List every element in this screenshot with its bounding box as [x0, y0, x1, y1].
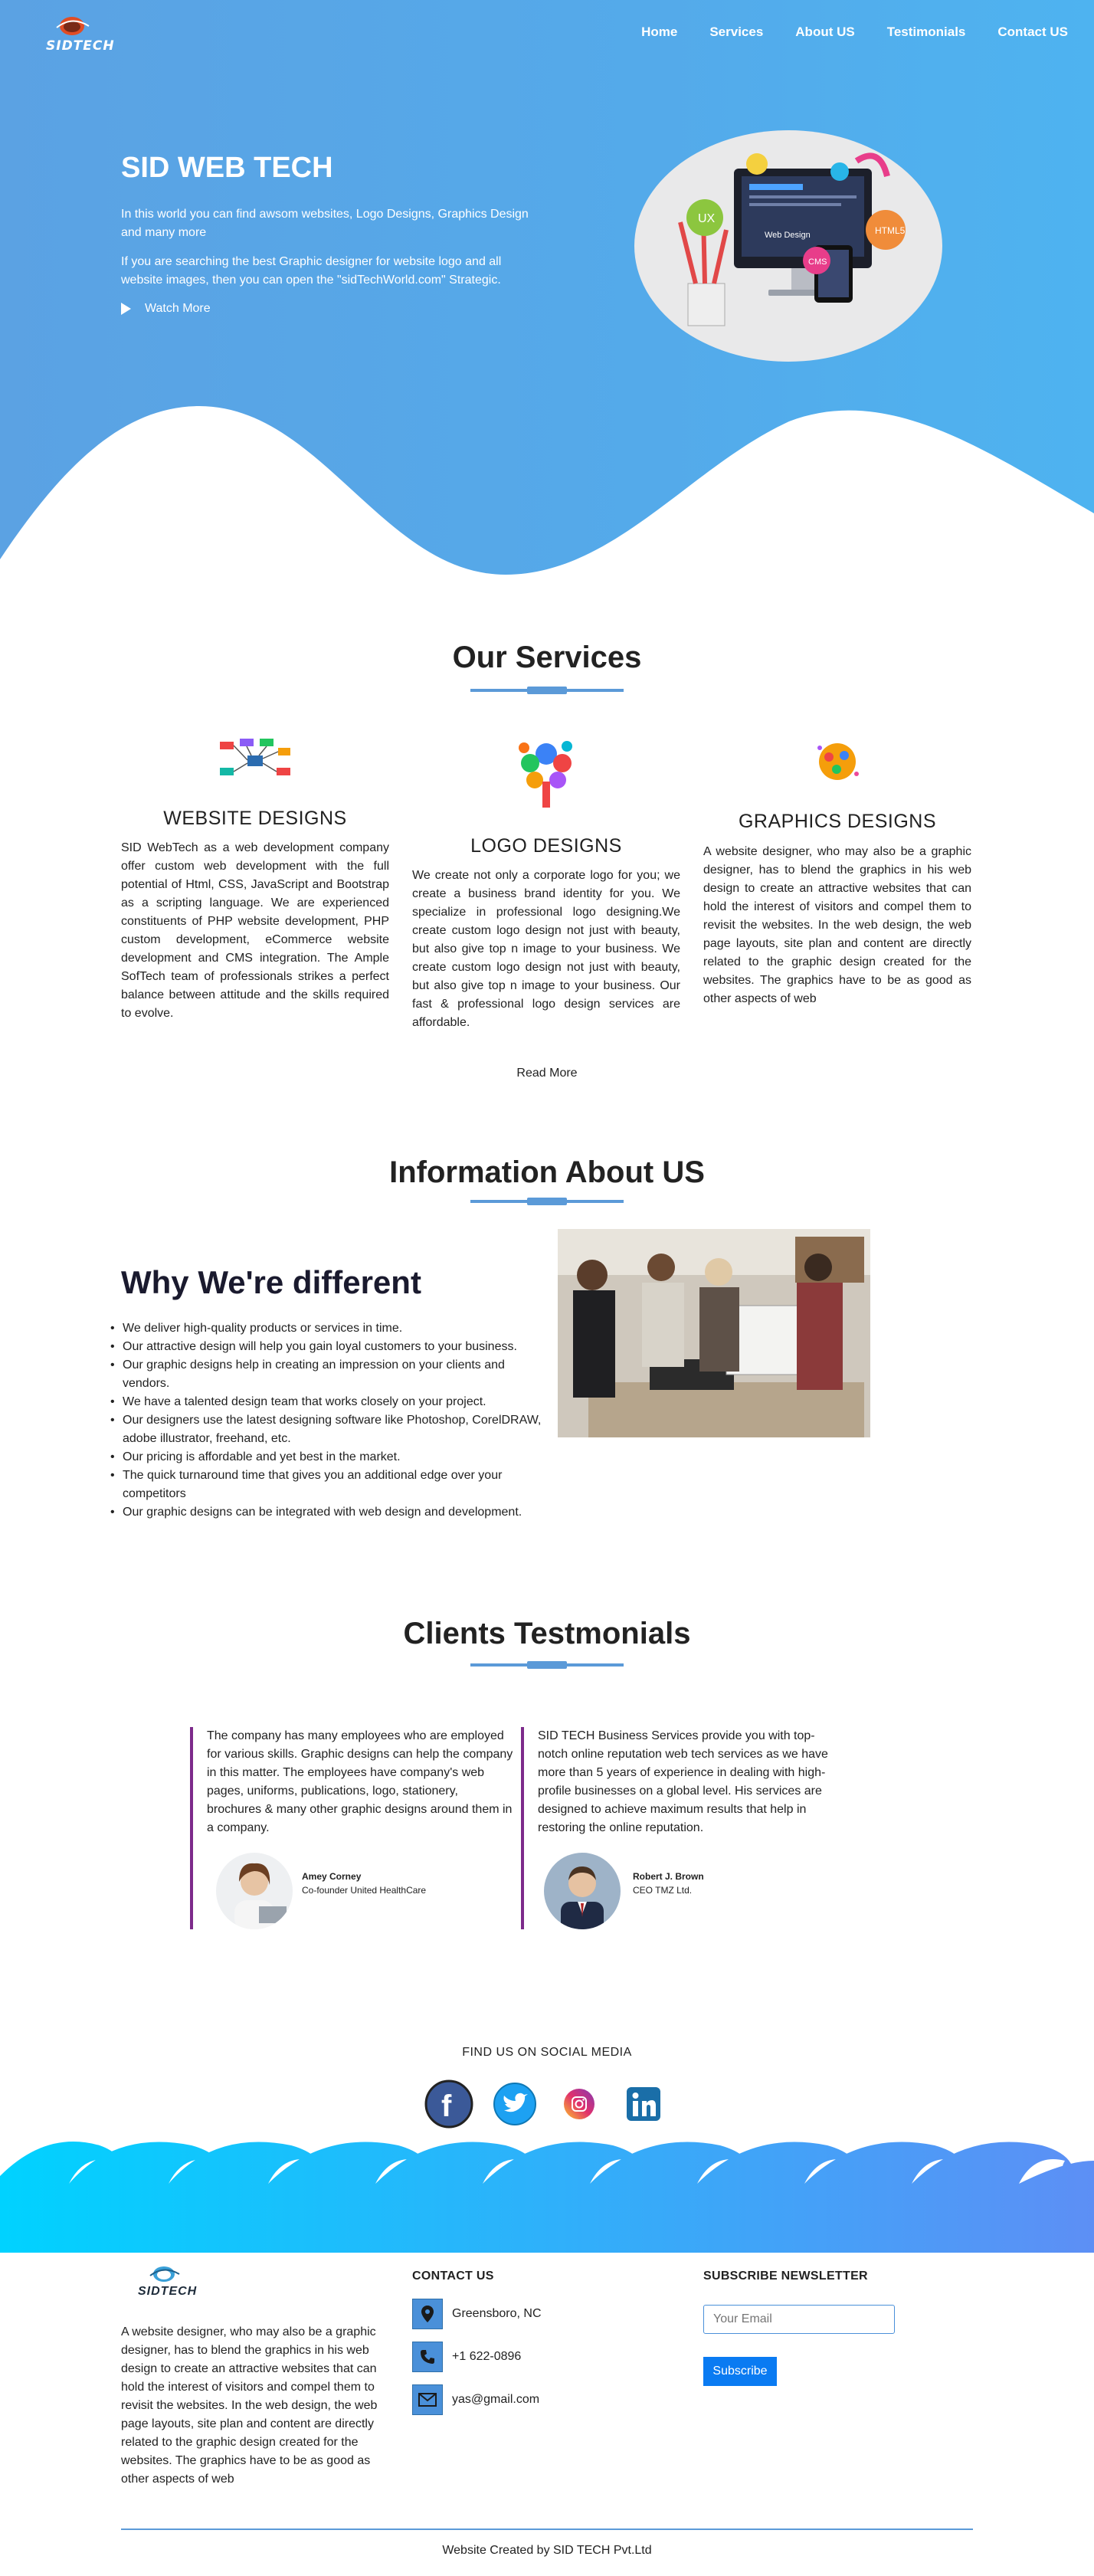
- logo-emblem-icon: [56, 17, 90, 35]
- hero-description: If you are searching the best Graphic de…: [121, 255, 502, 287]
- watch-more-label: Watch More: [145, 302, 211, 315]
- service-description: We create not only a corporate logo for …: [412, 869, 680, 1029]
- testimonial-name: Amey Corney: [302, 1871, 362, 1882]
- linkedin-link[interactable]: [613, 2073, 674, 2135]
- team-photo: [558, 1229, 870, 1437]
- ocean-waves-decoration: [0, 2142, 1094, 2253]
- envelope-icon: [412, 2384, 443, 2415]
- nav-services[interactable]: Services: [709, 25, 763, 40]
- newsletter-heading: SUBSCRIBE NEWSLETTER: [703, 2270, 868, 2283]
- web-design-label: Web Design: [765, 231, 811, 240]
- website-design-icon: [220, 739, 290, 775]
- man-avatar-icon: [544, 1853, 621, 1929]
- twitter-icon: [493, 2083, 536, 2125]
- play-icon: [121, 303, 131, 315]
- testimonial-name: Robert J. Brown: [633, 1871, 704, 1882]
- woman-avatar-icon: [216, 1853, 293, 1929]
- footer-about: A website designer, who may also be a gr…: [121, 2325, 378, 2486]
- about-points: We deliver high-quality products or serv…: [110, 1319, 552, 1522]
- list-item: Our graphic designs help in creating an …: [110, 1356, 552, 1393]
- subscribe-button[interactable]: Subscribe: [703, 2357, 777, 2386]
- avatar: [216, 1853, 293, 1929]
- service-title: GRAPHICS DESIGNS: [738, 811, 937, 832]
- hero-illustration: UX HTML5 CMS Web Design: [634, 130, 942, 362]
- service-graphics-designs: GRAPHICS DESIGNS A website designer, who…: [703, 728, 971, 1034]
- hero-wave: [0, 406, 1094, 590]
- footer-logo[interactable]: SIDTECH: [136, 2260, 205, 2306]
- about-title: Information About US: [389, 1155, 705, 1189]
- services-title-underline: [470, 687, 624, 694]
- list-item: Our attractive design will help you gain…: [110, 1338, 552, 1356]
- instagram-icon: [564, 2089, 594, 2119]
- graphics-design-icon: [817, 743, 859, 780]
- footer-divider: [121, 2528, 973, 2530]
- testimonials-title-underline: [470, 1661, 624, 1669]
- logo-design-icon: [519, 741, 572, 808]
- service-website-designs: WEBSITE DESIGNS SID WebTech as a web dev…: [121, 728, 389, 1034]
- contact-email: yas@gmail.com: [412, 2384, 539, 2415]
- phone-icon: [412, 2342, 443, 2372]
- svg-text:f: f: [441, 2089, 452, 2123]
- nav-about[interactable]: About US: [795, 25, 854, 40]
- html5-bubble-label: HTML5: [875, 225, 906, 236]
- contact-address: Greensboro, NC: [412, 2299, 542, 2329]
- testimonial-text: SID TECH Business Services provide you w…: [538, 1729, 828, 1834]
- footer-logo-text: SIDTECH: [138, 2285, 198, 2298]
- hero-title: SID WEB TECH: [121, 152, 333, 184]
- address-text: Greensboro, NC: [452, 2307, 542, 2320]
- cms-bubble-label: CMS: [808, 257, 827, 267]
- ux-bubble-label: UX: [698, 212, 716, 225]
- contact-heading: CONTACT US: [412, 2270, 494, 2283]
- service-title: LOGO DESIGNS: [470, 835, 622, 857]
- testimonials-title: Clients Testmonials: [403, 1617, 691, 1650]
- page: SIDTECH Home Services About US Testimoni…: [0, 0, 1094, 2576]
- footer-logo-emblem-icon: [149, 2266, 180, 2282]
- read-more-link[interactable]: Read More: [0, 1067, 1094, 1080]
- main-nav: Home Services About US Testimonials Cont…: [641, 25, 1068, 40]
- instagram-link[interactable]: [549, 2073, 610, 2135]
- services-title: Our Services: [452, 641, 642, 674]
- testimonial-card: SID TECH Business Services provide you w…: [521, 1727, 850, 1929]
- footer-credit: Website Created by SID TECH Pvt.Ltd: [442, 2544, 652, 2557]
- avatar: [544, 1853, 621, 1929]
- nav-contact[interactable]: Contact US: [997, 25, 1068, 40]
- list-item: Our pricing is affordable and yet best i…: [110, 1448, 552, 1467]
- email-text: yas@gmail.com: [452, 2393, 540, 2406]
- list-item: The quick turnaround time that gives you…: [110, 1467, 552, 1503]
- list-item: Our graphic designs can be integrated wi…: [110, 1503, 552, 1522]
- service-description: SID WebTech as a web development company…: [121, 841, 389, 1020]
- logo-text: SIDTECH: [46, 38, 115, 54]
- site-logo[interactable]: SIDTECH: [44, 11, 115, 57]
- contact-phone: +1 622-0896: [412, 2342, 521, 2372]
- list-item: We have a talented design team that work…: [110, 1393, 552, 1411]
- nav-testimonials[interactable]: Testimonials: [887, 25, 966, 40]
- facebook-icon: f: [424, 2079, 473, 2129]
- nav-home[interactable]: Home: [641, 25, 677, 40]
- testimonial-role: CEO TMZ Ltd.: [633, 1885, 693, 1896]
- newsletter-email-input[interactable]: [703, 2305, 895, 2334]
- watch-more-button[interactable]: Watch More: [121, 302, 211, 316]
- social-title: FIND US ON SOCIAL MEDIA: [462, 2046, 632, 2059]
- phone-text: +1 622-0896: [452, 2350, 522, 2363]
- testimonial-text: The company has many employees who are e…: [207, 1729, 513, 1834]
- linkedin-icon: [627, 2087, 660, 2121]
- list-item: Our designers use the latest designing s…: [110, 1411, 552, 1448]
- about-title-underline: [470, 1198, 624, 1205]
- service-logo-designs: LOGO DESIGNS We create not only a corpor…: [412, 728, 680, 1034]
- hero-intro: In this world you can find awsom website…: [121, 208, 529, 239]
- twitter-link[interactable]: [484, 2073, 545, 2135]
- testimonial-role: Co-founder United HealthCare: [302, 1885, 427, 1896]
- facebook-link[interactable]: f: [418, 2073, 480, 2135]
- why-heading: Why We're different: [121, 1264, 421, 1300]
- service-title: WEBSITE DESIGNS: [163, 808, 347, 829]
- web-design-illustration-icon: UX HTML5 CMS Web Design: [678, 152, 906, 326]
- team-meeting-photo-icon: [558, 1229, 870, 1437]
- location-pin-icon: [412, 2299, 443, 2329]
- service-description: A website designer, who may also be a gr…: [703, 845, 971, 1005]
- list-item: We deliver high-quality products or serv…: [110, 1319, 552, 1338]
- testimonial-card: The company has many employees who are e…: [190, 1727, 519, 1929]
